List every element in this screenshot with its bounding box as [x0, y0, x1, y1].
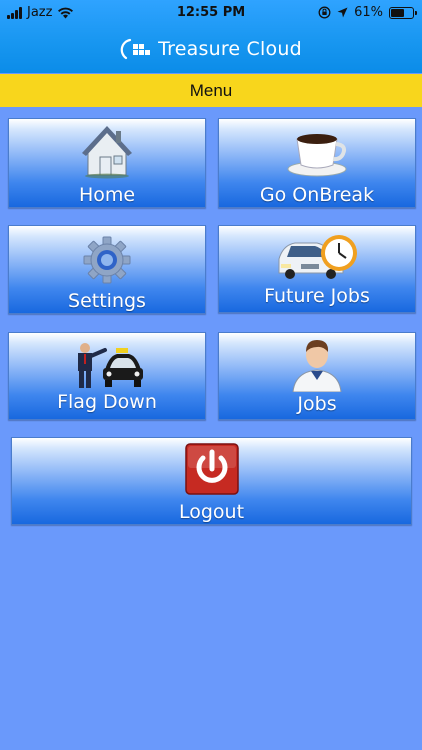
logout-button[interactable]: Logout	[11, 437, 412, 525]
flag-down-label: Flag Down	[57, 391, 157, 413]
cloud-logo-icon	[120, 38, 151, 60]
car-clock-icon	[278, 235, 357, 279]
location-icon	[337, 7, 348, 18]
go-onbreak-label: Go OnBreak	[259, 184, 375, 206]
home-label: Home	[78, 184, 136, 206]
status-bar: Jazz 12:55 PM 61%	[0, 0, 422, 26]
app-logo: Treasure Cloud	[0, 34, 422, 64]
person-icon	[292, 340, 342, 392]
coffee-cup-icon	[287, 134, 347, 177]
power-icon	[184, 443, 239, 495]
future-jobs-button[interactable]: Future Jobs	[218, 225, 416, 313]
house-icon	[82, 126, 132, 179]
battery-icon	[389, 6, 417, 19]
battery-percent: 61%	[354, 5, 383, 20]
logout-label: Logout	[178, 501, 245, 523]
future-jobs-label: Future Jobs	[264, 285, 370, 307]
jobs-button[interactable]: Jobs	[218, 332, 416, 420]
go-onbreak-button[interactable]: Go OnBreak	[218, 118, 416, 208]
settings-button[interactable]: Settings	[8, 225, 206, 314]
settings-label: Settings	[68, 290, 146, 312]
flag-down-button[interactable]: Flag Down	[8, 332, 206, 420]
menu-title: Menu	[189, 81, 233, 100]
orientation-lock-icon	[318, 6, 331, 19]
menu-title-bar: Menu	[0, 74, 422, 107]
app-header: Jazz 12:55 PM 61% Treasure Cloud	[0, 0, 422, 73]
gear-icon	[83, 236, 131, 284]
jobs-label: Jobs	[297, 393, 337, 415]
logo-text: Treasure Cloud	[158, 38, 302, 60]
home-button[interactable]: Home	[8, 118, 206, 208]
man-hailing-taxi-icon	[78, 343, 143, 388]
